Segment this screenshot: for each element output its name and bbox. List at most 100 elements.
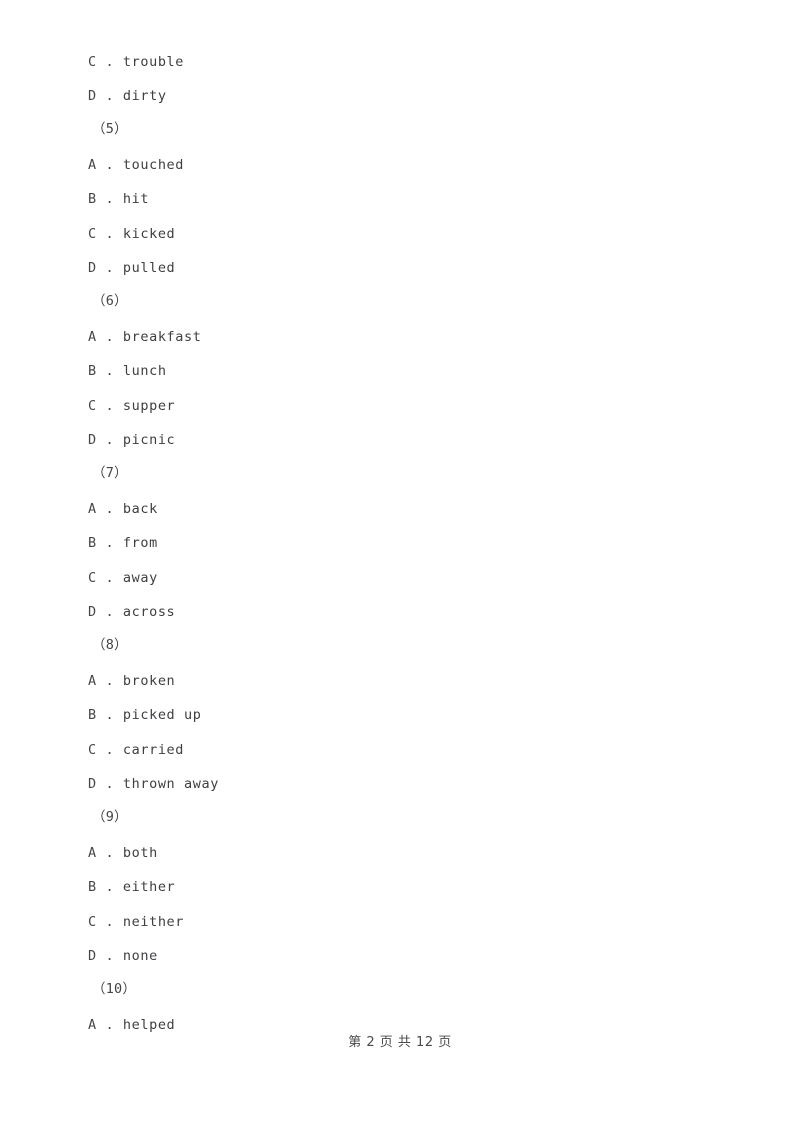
option-separator: . <box>96 742 123 758</box>
option-row: C . kicked <box>0 225 800 243</box>
option-row: A . touched <box>0 156 800 174</box>
question-number: （6） <box>92 293 128 309</box>
option-separator: . <box>96 604 123 620</box>
option-letter: A <box>88 329 97 345</box>
option-separator: . <box>96 226 123 242</box>
option-letter: D <box>88 776 97 792</box>
option-separator: . <box>96 398 123 414</box>
option-row: B . picked up <box>0 706 800 724</box>
option-separator: . <box>96 191 123 207</box>
option-row: C . neither <box>0 913 800 931</box>
option-text: away <box>122 570 158 586</box>
option-letter: B <box>88 535 97 551</box>
option-text: kicked <box>122 226 176 242</box>
option-separator: . <box>96 535 123 551</box>
option-text: supper <box>122 398 176 414</box>
option-separator: . <box>96 879 123 895</box>
option-row: B . either <box>0 878 800 896</box>
option-separator: . <box>96 501 123 517</box>
option-text: none <box>122 948 158 964</box>
option-row: B . hit <box>0 190 800 208</box>
option-letter: D <box>88 432 97 448</box>
option-letter: C <box>88 398 97 414</box>
option-letter: B <box>88 363 97 379</box>
option-row: B . lunch <box>0 362 800 380</box>
option-text: across <box>122 604 176 620</box>
option-separator: . <box>96 707 123 723</box>
question-number: （7） <box>92 465 128 481</box>
option-row: A . breakfast <box>0 328 800 346</box>
option-letter: D <box>88 604 97 620</box>
option-letter: C <box>88 742 97 758</box>
option-row: C . carried <box>0 741 800 759</box>
option-text: picnic <box>122 432 176 448</box>
option-letter: A <box>88 157 97 173</box>
option-letter: A <box>88 501 97 517</box>
option-text: trouble <box>122 54 185 70</box>
option-row: D . dirty <box>0 87 800 105</box>
option-letter: B <box>88 879 97 895</box>
option-separator: . <box>96 1017 123 1033</box>
option-letter: A <box>88 1017 97 1033</box>
option-text: picked up <box>122 707 202 723</box>
question-number: （10） <box>92 981 137 997</box>
option-letter: C <box>88 570 97 586</box>
option-separator: . <box>96 948 123 964</box>
option-text: both <box>122 845 158 861</box>
option-letter: D <box>88 88 97 104</box>
option-row: A . both <box>0 844 800 862</box>
document-page: C . trouble D . dirty （5） A . touched B . hi… <box>0 0 800 1132</box>
option-letter: D <box>88 948 97 964</box>
option-text: helped <box>122 1017 176 1033</box>
option-row: D . picnic <box>0 431 800 449</box>
option-row: A . helped <box>0 1016 800 1034</box>
option-row: C . trouble <box>0 53 800 71</box>
option-text: back <box>122 501 158 517</box>
option-letter: B <box>88 707 97 723</box>
option-text: carried <box>122 742 185 758</box>
option-text: thrown away <box>122 776 219 792</box>
option-text: broken <box>122 673 176 689</box>
option-separator: . <box>96 363 123 379</box>
option-row: B . from <box>0 534 800 552</box>
option-separator: . <box>96 845 123 861</box>
option-row: D . thrown away <box>0 775 800 793</box>
option-letter: C <box>88 914 97 930</box>
option-letter: C <box>88 54 97 70</box>
question-number: （8） <box>92 637 128 653</box>
option-text: either <box>122 879 176 895</box>
option-letter: D <box>88 260 97 276</box>
option-text: from <box>122 535 158 551</box>
option-letter: A <box>88 673 97 689</box>
option-letter: B <box>88 191 97 207</box>
question-number: （9） <box>92 809 128 825</box>
option-text: hit <box>122 191 150 207</box>
option-separator: . <box>96 88 123 104</box>
option-row: C . supper <box>0 397 800 415</box>
option-separator: . <box>96 914 123 930</box>
option-separator: . <box>96 260 123 276</box>
option-text: neither <box>122 914 185 930</box>
option-text: lunch <box>122 363 167 379</box>
option-row: C . away <box>0 569 800 587</box>
option-row: A . broken <box>0 672 800 690</box>
option-separator: . <box>96 54 123 70</box>
option-row: D . pulled <box>0 259 800 277</box>
option-separator: . <box>96 157 123 173</box>
option-separator: . <box>96 432 123 448</box>
option-letter: C <box>88 226 97 242</box>
option-row: D . none <box>0 947 800 965</box>
option-text: touched <box>122 157 185 173</box>
option-separator: . <box>96 776 123 792</box>
option-row: D . across <box>0 603 800 621</box>
page-footer: 第 2 页 共 12 页 <box>348 1035 452 1050</box>
option-letter: A <box>88 845 97 861</box>
option-separator: . <box>96 570 123 586</box>
option-separator: . <box>96 329 123 345</box>
option-text: pulled <box>122 260 176 276</box>
option-text: dirty <box>122 88 167 104</box>
option-separator: . <box>96 673 123 689</box>
option-row: A . back <box>0 500 800 518</box>
question-number: （5） <box>92 121 128 137</box>
option-text: breakfast <box>122 329 202 345</box>
